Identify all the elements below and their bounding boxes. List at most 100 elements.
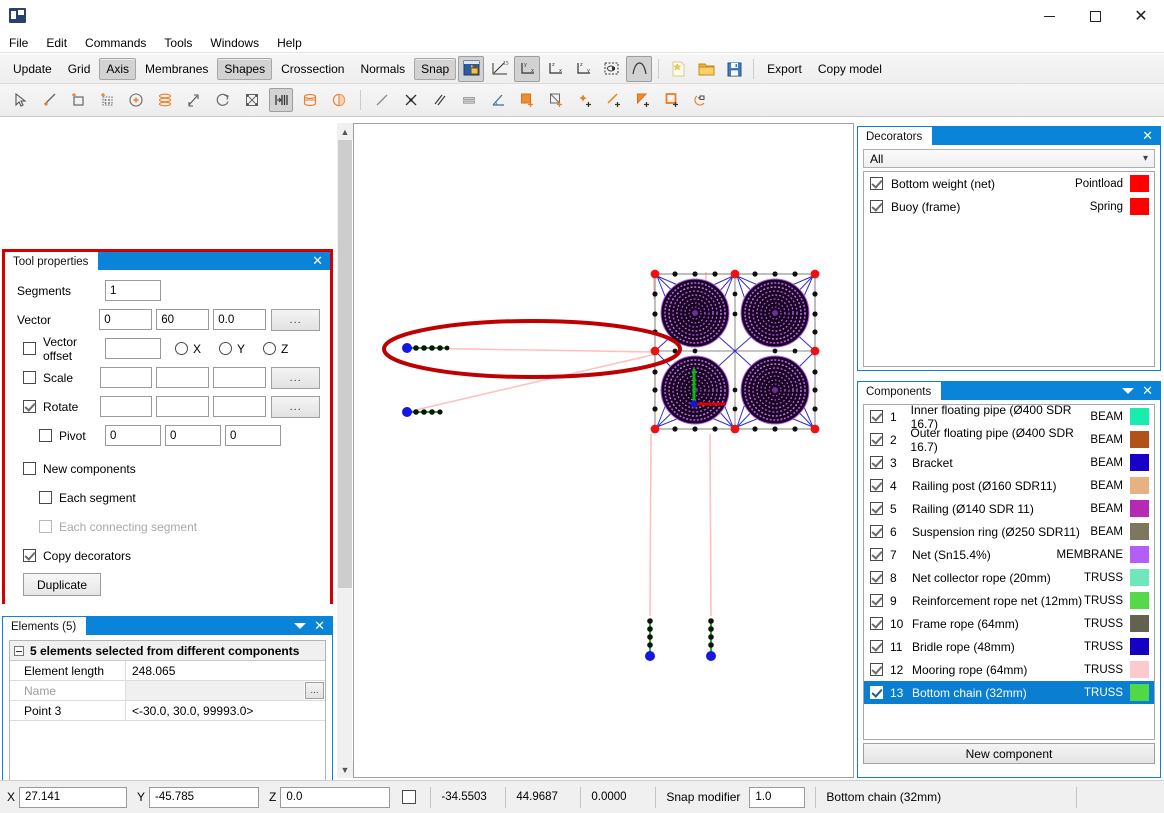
menu-file[interactable]: File xyxy=(0,34,37,52)
add-grid-icon[interactable] xyxy=(95,88,119,112)
add-line-icon[interactable] xyxy=(37,88,61,112)
component-visible-checkbox[interactable] xyxy=(870,617,883,630)
side-view-zx-icon[interactable]: z x xyxy=(542,56,568,82)
parallel-icon[interactable] xyxy=(428,88,452,112)
component-visible-checkbox[interactable] xyxy=(870,640,883,653)
scale-icon[interactable] xyxy=(240,88,264,112)
toolbar-shapes[interactable]: Shapes xyxy=(217,57,273,80)
maximize-button[interactable] xyxy=(1072,0,1118,33)
tool-properties-tab[interactable]: Tool properties xyxy=(5,252,99,270)
move-icon[interactable] xyxy=(182,88,206,112)
new-file-icon[interactable] xyxy=(665,56,691,82)
component-color-swatch[interactable] xyxy=(1130,638,1149,655)
status-z-input[interactable]: 0.0 xyxy=(280,786,391,808)
components-list[interactable]: 1 Inner floating pipe (Ø400 SDR 16.7) BE… xyxy=(863,404,1155,740)
component-visible-checkbox[interactable] xyxy=(870,663,883,676)
add-rectangle-icon[interactable] xyxy=(66,88,90,112)
top-view-zy-icon[interactable]: z y xyxy=(570,56,596,82)
menu-edit[interactable]: Edit xyxy=(37,34,76,52)
front-view-xy-icon[interactable]: y x xyxy=(514,55,541,82)
intersect-icon[interactable] xyxy=(399,88,423,112)
components-close-icon[interactable]: ✕ xyxy=(1142,385,1153,398)
close-button[interactable]: ✕ xyxy=(1118,0,1164,33)
vector-y-input[interactable]: 60 xyxy=(156,309,210,330)
copy-decorators-checkbox[interactable] xyxy=(23,549,36,562)
vector-offset-input[interactable] xyxy=(105,338,161,359)
component-visible-checkbox[interactable] xyxy=(870,525,883,538)
offset-axis-x-radio[interactable] xyxy=(175,342,188,355)
component-color-swatch[interactable] xyxy=(1130,500,1149,517)
segments-input[interactable]: 1 xyxy=(105,280,161,301)
list-item[interactable]: 8 Net collector rope (20mm) TRUSS xyxy=(864,566,1154,589)
rotate-checkbox[interactable] xyxy=(23,400,36,413)
rotate-icon[interactable] xyxy=(211,88,235,112)
new-component-button[interactable]: New component xyxy=(863,743,1155,764)
model-viewport[interactable] xyxy=(353,123,854,778)
component-color-swatch[interactable] xyxy=(1130,454,1149,471)
toolbar-normals[interactable]: Normals xyxy=(353,58,412,80)
component-color-swatch[interactable] xyxy=(1130,546,1149,563)
table-row[interactable]: Name ... xyxy=(10,681,325,701)
element-name-value[interactable] xyxy=(126,681,304,700)
decorators-filter-select[interactable]: All ▾ xyxy=(863,149,1155,168)
list-item[interactable]: 4 Railing post (Ø160 SDR11) BEAM xyxy=(864,474,1154,497)
catenary-icon[interactable] xyxy=(626,55,653,82)
list-item[interactable]: 2 Outer floating pipe (Ø400 SDR 16.7) BE… xyxy=(864,426,1154,454)
scroll-down-icon[interactable]: ▼ xyxy=(337,761,353,778)
scale-checkbox[interactable] xyxy=(23,371,36,384)
vector-offset-checkbox[interactable] xyxy=(23,342,36,355)
toolbar-crossection[interactable]: Crossection xyxy=(274,58,351,80)
decorators-tab[interactable]: Decorators xyxy=(858,127,933,145)
component-visible-checkbox[interactable] xyxy=(870,479,883,492)
list-item[interactable]: 3 Bracket BEAM xyxy=(864,451,1154,474)
list-item[interactable]: 5 Railing (Ø140 SDR 11) BEAM xyxy=(864,497,1154,520)
decorators-close-icon[interactable]: ✕ xyxy=(1142,130,1153,143)
vector-x-input[interactable]: 0 xyxy=(99,309,153,330)
component-color-swatch[interactable] xyxy=(1130,615,1149,632)
save-disk-icon[interactable] xyxy=(721,56,747,82)
pivot-y-input[interactable]: 0 xyxy=(165,425,221,446)
component-visible-checkbox[interactable] xyxy=(870,571,883,584)
elements-group-header[interactable]: 5 elements selected from different compo… xyxy=(10,641,325,661)
components-collapse-icon[interactable] xyxy=(1122,388,1135,394)
duplicate-icon[interactable] xyxy=(269,88,293,112)
list-item[interactable]: Buoy (frame) Spring xyxy=(864,195,1154,218)
add-beam-icon[interactable] xyxy=(602,88,626,112)
each-segment-checkbox[interactable] xyxy=(39,491,52,504)
duplicate-button[interactable]: Duplicate xyxy=(23,573,101,596)
scroll-thumb[interactable] xyxy=(338,140,352,588)
new-components-checkbox[interactable] xyxy=(23,462,36,475)
component-color-swatch[interactable] xyxy=(1130,408,1149,425)
angle-icon[interactable] xyxy=(486,88,510,112)
scroll-up-icon[interactable]: ▲ xyxy=(337,123,353,140)
rotate-z-input[interactable] xyxy=(213,396,267,417)
vector-z-input[interactable]: 0.0 xyxy=(213,309,267,330)
scale-x-input[interactable] xyxy=(99,367,153,388)
pivot-checkbox[interactable] xyxy=(39,429,52,442)
scale-y-input[interactable] xyxy=(156,367,210,388)
offset-axis-y-radio[interactable] xyxy=(219,342,233,355)
vector-more-button[interactable]: ... xyxy=(271,308,320,331)
elements-tab[interactable]: Elements (5) xyxy=(3,617,87,635)
decorator-visible-checkbox[interactable] xyxy=(870,200,883,213)
scale-z-input[interactable] xyxy=(213,367,267,388)
component-visible-checkbox[interactable] xyxy=(870,433,883,446)
add-triangle-icon[interactable] xyxy=(631,88,655,112)
fill-surface-icon[interactable] xyxy=(515,88,539,112)
menu-help[interactable]: Help xyxy=(268,34,311,52)
rotate-x-input[interactable] xyxy=(99,396,153,417)
decorator-visible-checkbox[interactable] xyxy=(870,177,883,190)
component-color-swatch[interactable] xyxy=(1130,684,1149,701)
scale-more-button[interactable]: ... xyxy=(271,366,321,389)
copy-model-button[interactable]: Copy model xyxy=(811,58,889,80)
component-visible-checkbox[interactable] xyxy=(870,686,883,699)
toolbar-snap[interactable]: Snap xyxy=(414,57,457,80)
menu-commands[interactable]: Commands xyxy=(76,34,155,52)
component-visible-checkbox[interactable] xyxy=(870,502,883,515)
rotate-y-input[interactable] xyxy=(156,396,210,417)
status-y-input[interactable]: -45.785 xyxy=(149,786,260,808)
add-node-icon[interactable] xyxy=(573,88,597,112)
pivot-z-input[interactable]: 0 xyxy=(225,425,281,446)
component-color-swatch[interactable] xyxy=(1130,592,1149,609)
add-cylinder-icon[interactable] xyxy=(153,88,177,112)
